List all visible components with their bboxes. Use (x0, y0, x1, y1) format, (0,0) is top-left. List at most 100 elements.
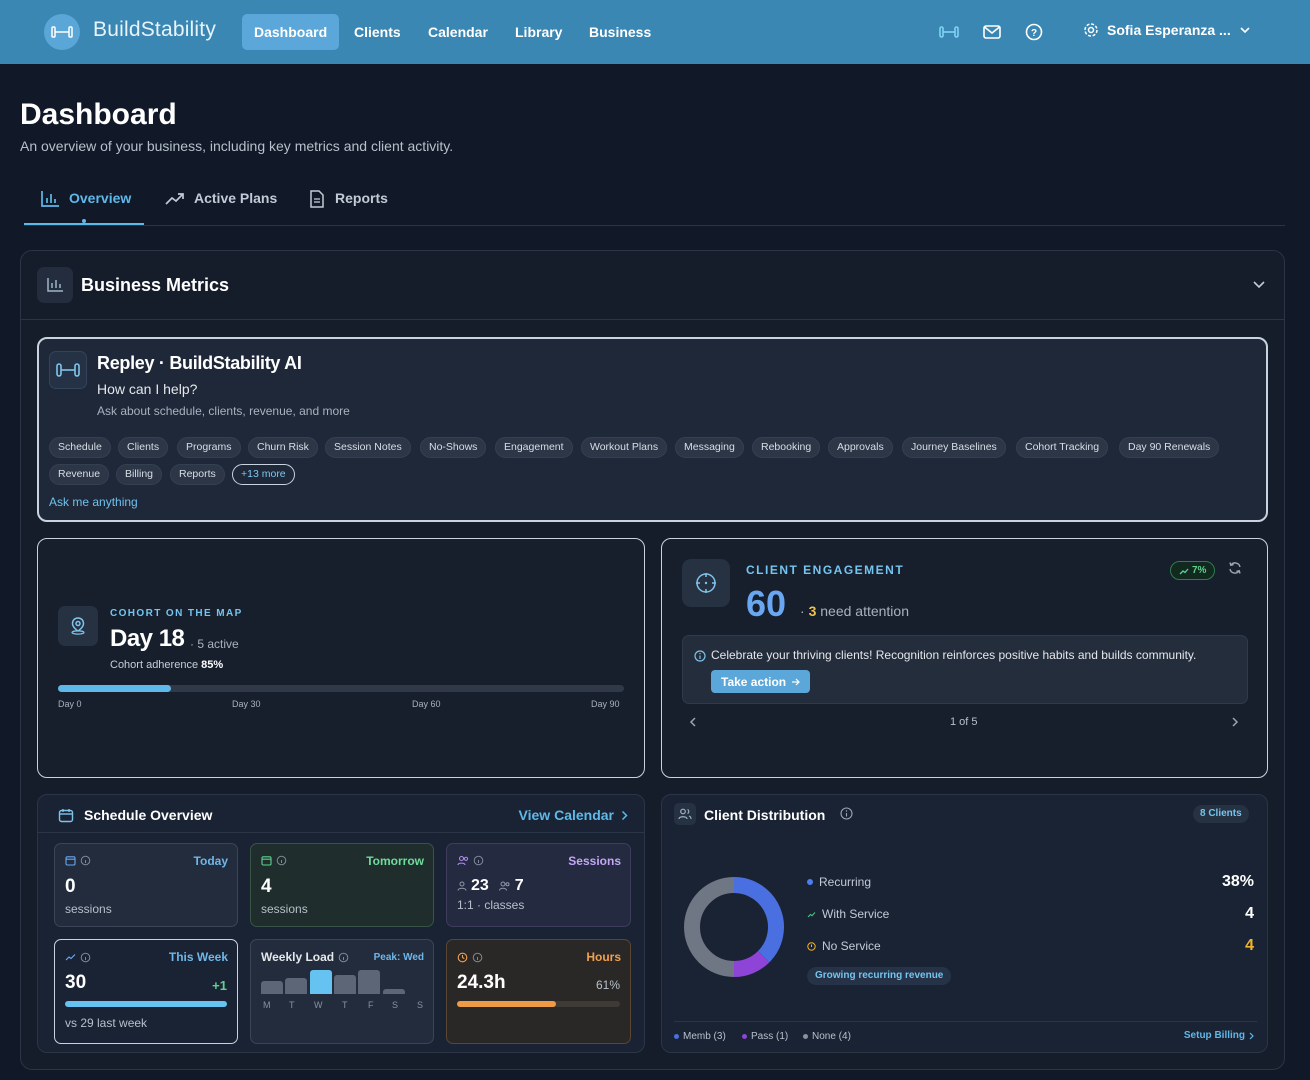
cohort-progress-fill (58, 685, 172, 692)
chip-cohort-tracking[interactable]: Cohort Tracking (1016, 437, 1109, 458)
tomorrow-tile[interactable]: Tomorrow 4 sessions (250, 843, 434, 927)
this-week-tile[interactable]: This Week 30 +1 vs 29 last week (54, 939, 238, 1044)
tab-active-plans[interactable]: Active Plans (165, 190, 277, 226)
info-icon (80, 952, 91, 963)
ai-assistant-card[interactable]: Repley · BuildStability AI How can I hel… (37, 337, 1268, 522)
dumbbell-icon[interactable] (939, 22, 959, 42)
collapse-chevron-icon[interactable] (1252, 277, 1266, 295)
chip-clients[interactable]: Clients (118, 437, 169, 458)
brand-logo-icon[interactable] (44, 14, 80, 50)
take-action-label: Take action (721, 674, 787, 689)
page-title: Dashboard (20, 98, 177, 131)
chip-schedule[interactable]: Schedule (49, 437, 111, 458)
attention-text: need attention (820, 603, 909, 619)
arrow-right-icon (792, 678, 800, 685)
dumbbell-icon (49, 351, 87, 389)
engagement-label: CLIENT ENGAGEMENT (746, 563, 905, 577)
hours-bar (457, 1001, 620, 1007)
chip-churn-risk[interactable]: Churn Risk (248, 437, 318, 458)
active-tab-dot (82, 219, 86, 223)
chip-rebooking[interactable]: Rebooking (752, 437, 821, 458)
chip-revenue[interactable]: Revenue (49, 464, 110, 485)
calendar-icon (65, 856, 76, 866)
next-insight-button[interactable] (1230, 715, 1240, 733)
chip-no-shows[interactable]: No-Shows (420, 437, 487, 458)
tab-overview-label: Overview (69, 190, 132, 206)
business-metrics-title: Business Metrics (81, 275, 230, 295)
trending-up-icon (65, 954, 76, 961)
user-menu[interactable]: Sofia Esperanza ... (1083, 22, 1251, 38)
engagement-insight: Celebrate your thriving clients! Recogni… (682, 635, 1248, 704)
chip-messaging[interactable]: Messaging (675, 437, 744, 458)
pass-dot (742, 1034, 747, 1039)
nav-business[interactable]: Business (577, 14, 663, 50)
chip-reports[interactable]: Reports (170, 464, 225, 485)
tomorrow-value: 4 (261, 876, 272, 897)
brand-name[interactable]: BuildStability (93, 18, 216, 42)
donut-slice-none (684, 877, 735, 977)
sessions-tile[interactable]: Sessions 23 7 1:1 · classes (446, 843, 631, 927)
mail-icon[interactable] (982, 22, 1002, 42)
key-none: None (4) (803, 1031, 851, 1042)
chip-workout-plans[interactable]: Workout Plans (581, 437, 668, 458)
donut-slice-pass (733, 950, 770, 977)
hours-percent: 61% (595, 978, 620, 992)
this-week-compare: vs 29 last week (65, 1016, 148, 1030)
ask-anything-link[interactable]: Ask me anything (49, 495, 138, 509)
info-icon (338, 952, 349, 962)
nav-dashboard[interactable]: Dashboard (242, 14, 340, 50)
this-week-value: 30 (65, 972, 87, 993)
chip-day-90-renewals[interactable]: Day 90 Renewals (1119, 437, 1220, 458)
nav-clients[interactable]: Clients (342, 14, 413, 50)
tomorrow-label: Tomorrow (366, 854, 424, 868)
chip-session-notes[interactable]: Session Notes (325, 437, 411, 458)
view-calendar-link[interactable]: View Calendar (519, 807, 628, 823)
this-week-bar (65, 1001, 227, 1007)
hours-tile[interactable]: Hours 24.3h 61% (446, 939, 631, 1044)
sessions-values: 23 7 (457, 877, 524, 895)
nav-calendar[interactable]: Calendar (416, 14, 500, 50)
hours-bar-fill (457, 1001, 557, 1007)
class-count: 7 (514, 877, 524, 894)
this-week-label: This Week (168, 950, 228, 964)
business-metrics-header[interactable]: Business Metrics (21, 251, 1284, 320)
chip-engagement[interactable]: Engagement (495, 437, 573, 458)
key-memb-label: Memb (3) (683, 1031, 726, 1042)
document-icon (310, 190, 324, 208)
donut-slice-memb (733, 877, 784, 963)
alert-circle-icon (807, 941, 816, 951)
refresh-icon[interactable] (1228, 561, 1242, 580)
hours-value: 24.3h (457, 972, 506, 993)
legend-recurring-value: 38% (1221, 873, 1254, 890)
ai-description: Ask about schedule, clients, revenue, an… (97, 404, 350, 418)
take-action-button[interactable]: Take action (711, 670, 811, 693)
chip-programs[interactable]: Programs (177, 437, 241, 458)
bar-chart-icon (37, 267, 73, 303)
cohort-tick-day-60: Day 60 (412, 699, 441, 709)
setup-billing-link[interactable]: Setup Billing (1184, 1030, 1254, 1041)
legend-recurring-label: Recurring (819, 875, 872, 889)
hours-icons (457, 952, 483, 963)
day-label-fri: F (368, 1000, 374, 1010)
chip-approvals[interactable]: Approvals (828, 437, 893, 458)
chip-billing[interactable]: Billing (116, 464, 163, 485)
chip-more[interactable]: +13 more (232, 464, 295, 485)
info-icon (472, 952, 483, 963)
info-icon[interactable] (840, 807, 853, 825)
trending-up-icon (807, 911, 816, 917)
nav-library[interactable]: Library (503, 14, 574, 50)
this-week-bar-fill (65, 1001, 227, 1007)
legend-no-service-value: 4 (1245, 937, 1254, 954)
users-icon (674, 803, 696, 825)
help-icon[interactable]: ? (1024, 22, 1044, 42)
weekly-load-tile[interactable]: Weekly Load Peak: Wed M T W T F S S (250, 939, 434, 1044)
tab-reports[interactable]: Reports (308, 190, 388, 226)
schedule-overview-title: Schedule Overview (84, 807, 213, 823)
load-bar-sat (382, 989, 405, 994)
load-bar-tue (285, 978, 308, 994)
distribution-donut-chart (684, 877, 784, 977)
previous-insight-button[interactable] (688, 715, 698, 733)
chip-journey-baselines[interactable]: Journey Baselines (902, 437, 1006, 458)
today-tile[interactable]: Today 0 sessions (54, 843, 238, 927)
schedule-overview-header: Schedule Overview View Calendar (38, 795, 644, 833)
